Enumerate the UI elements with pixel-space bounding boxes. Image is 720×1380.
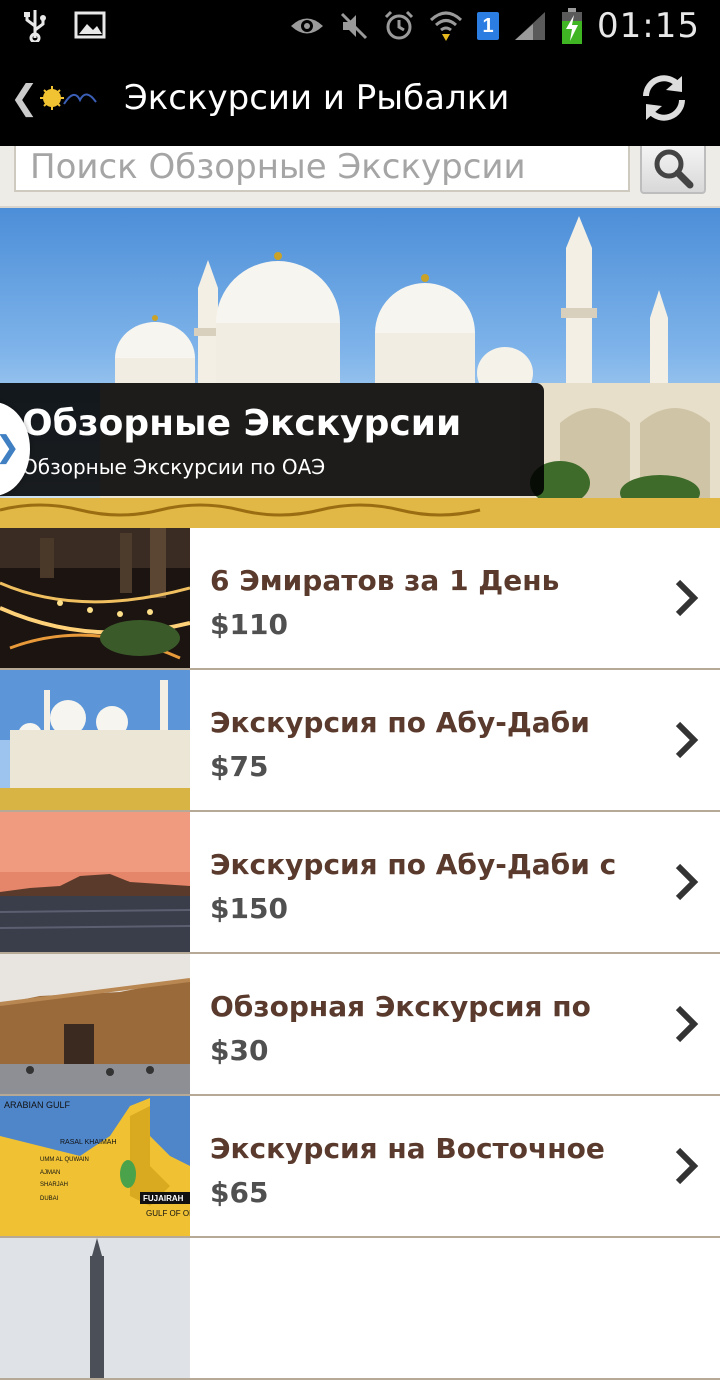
map-label-arabian-gulf: ARABIAN GULF (4, 1100, 71, 1110)
item-title: Экскурсия на Восточное (210, 1132, 605, 1165)
list-item[interactable]: Экскурсия по Абу-Даби $75 (0, 670, 720, 812)
item-title: Обзорная Экскурсия по (210, 990, 591, 1023)
list-item-partial[interactable] (0, 1238, 720, 1380)
item-price: $150 (210, 892, 288, 925)
hero-title: Обзорные Экскурсии (22, 403, 462, 444)
list-item[interactable]: 6 Эмиратов за 1 День $110 (0, 528, 720, 670)
alarm-icon (384, 10, 414, 40)
map-label-dubai: DUBAI (40, 1196, 59, 1202)
item-title: Экскурсия по Абу-Даби (210, 706, 590, 739)
item-price: $110 (210, 608, 288, 641)
thumbnail-mosque (0, 670, 190, 810)
hero-caption: Обзорные Экскурсии Обзорные Экскурсии по… (0, 383, 544, 496)
map-label-umm-al-quwain: UMM AL QUWAIN (40, 1157, 89, 1163)
search-bar: Поиск Обзорные Экскурсии (0, 146, 720, 208)
map-label-fujairah: FUJAIRAH (143, 1194, 184, 1203)
app-logo (40, 86, 97, 110)
list-item[interactable]: Обзорная Экскурсия по $30 (0, 954, 720, 1096)
chevron-right-icon (675, 1147, 699, 1185)
search-input[interactable]: Поиск Обзорные Экскурсии (14, 146, 630, 192)
chevron-right-icon (675, 863, 699, 901)
tour-list: 6 Эмиратов за 1 День $110 Экскурсия по А… (0, 528, 720, 1380)
mute-icon (340, 12, 368, 40)
item-price: $75 (210, 750, 269, 783)
map-label-gulf-of-oman: GULF OF OMAN (146, 1209, 190, 1218)
item-price: $30 (210, 1034, 269, 1067)
battery-charging-icon (562, 8, 583, 44)
item-title: Экскурсия по Абу-Даби с (210, 848, 617, 881)
signal-icon (515, 12, 546, 40)
clock: 01:15 (597, 6, 700, 46)
chevron-right-icon (675, 1005, 699, 1043)
map-label-rasal-khaimah: RASAL KHAIMAH (60, 1139, 117, 1146)
wifi-icon (429, 11, 463, 41)
hero-subtitle: Обзорные Экскурсии по ОАЭ (22, 455, 326, 479)
search-button[interactable] (640, 146, 706, 194)
page-title: Экскурсии и Рыбалки (124, 78, 510, 118)
thumbnail-map: ARABIAN GULF RASAL KHAIMAH UMM AL QUWAIN… (0, 1096, 190, 1236)
eye-icon (291, 18, 324, 34)
list-item[interactable]: ARABIAN GULF RASAL KHAIMAH UMM AL QUWAIN… (0, 1096, 720, 1238)
chevron-right-icon: ❯ (0, 430, 20, 465)
refresh-icon[interactable] (638, 72, 690, 124)
back-button[interactable]: ❮ (10, 78, 39, 118)
item-title: 6 Эмиратов за 1 День (210, 564, 560, 597)
search-icon (654, 149, 694, 189)
hero-banner[interactable]: Обзорные Экскурсии Обзорные Экскурсии по… (0, 208, 720, 528)
thumbnail-fort (0, 954, 190, 1094)
thumbnail-palace-sunset (0, 812, 190, 952)
map-label-ajman: AJMAN (40, 1170, 60, 1176)
sim-badge: 1 (477, 12, 500, 40)
list-item[interactable]: Экскурсия по Абу-Даби с $150 (0, 812, 720, 954)
image-icon (74, 11, 106, 39)
thumbnail-night-city (0, 528, 190, 668)
usb-icon (24, 10, 46, 42)
item-price: $65 (210, 1176, 269, 1209)
action-bar: ❮ Экскурсии и Рыбалки (0, 50, 720, 146)
chevron-right-icon (675, 721, 699, 759)
chevron-right-icon (675, 579, 699, 617)
map-label-sharjah: SHARJAH (40, 1182, 68, 1188)
thumbnail-skyline (0, 1238, 190, 1378)
status-bar: 1 01:15 (0, 0, 720, 50)
